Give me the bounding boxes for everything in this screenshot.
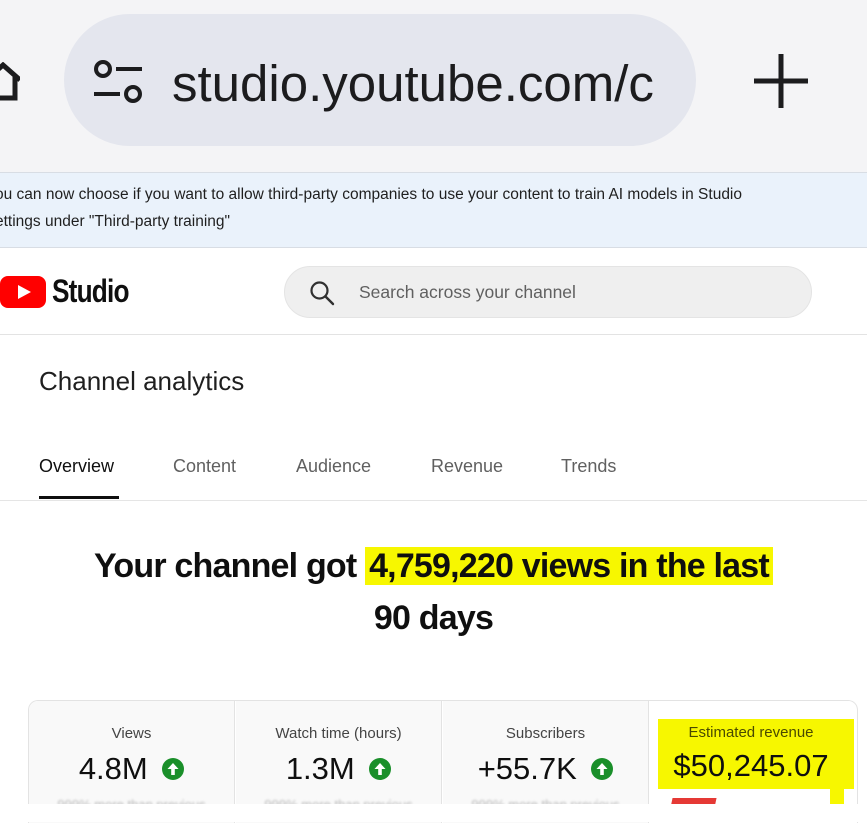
headline-highlight: 4,759,220 views in the last: [365, 547, 773, 585]
tab-overview[interactable]: Overview: [39, 456, 114, 477]
browser-toolbar: studio.youtube.com/c: [0, 0, 867, 172]
search-placeholder: Search across your channel: [359, 282, 576, 302]
metric-label: Subscribers: [505, 725, 586, 742]
search-icon: [310, 281, 335, 306]
tab-content[interactable]: Content: [173, 456, 236, 477]
trend-up-icon: [591, 758, 614, 780]
headline-suffix: 90 days: [373, 599, 494, 637]
notice-text-line-1: ou can now choose if you want to allow t…: [0, 186, 742, 203]
new-tab-icon[interactable]: [752, 52, 810, 110]
tab-trends[interactable]: Trends: [561, 456, 616, 477]
metric-label: Watch time (hours): [275, 725, 402, 742]
ai-training-notice-banner: ou can now choose if you want to allow t…: [0, 172, 867, 248]
headline: Your channel got 4,759,220 views in the …: [0, 540, 867, 644]
page-title: Channel analytics: [39, 366, 245, 396]
metric-value: 1.3M: [285, 751, 355, 786]
active-tab-indicator: [39, 496, 119, 499]
tab-revenue[interactable]: Revenue: [431, 456, 503, 477]
screenshot-crop-edge: [0, 804, 867, 822]
metric-label: Views: [111, 725, 152, 742]
metric-label-estimated-revenue: Estimated revenue: [688, 724, 814, 741]
metric-value: +55.7K: [477, 751, 577, 786]
search-input[interactable]: Search across your channel: [284, 266, 812, 318]
trend-up-icon: [162, 758, 185, 780]
notice-text-line-2[interactable]: ettings under "Third-party training": [0, 213, 230, 231]
youtube-play-icon: [0, 276, 46, 308]
site-settings-icon[interactable]: [92, 58, 144, 106]
home-icon[interactable]: [0, 62, 20, 102]
studio-logo-text: Studio: [52, 273, 130, 309]
metric-value-estimated-revenue: $50,245.07: [673, 748, 829, 783]
studio-header: Studio Search across your channel: [0, 250, 867, 335]
headline-prefix: Your channel got: [94, 547, 366, 585]
tab-audience[interactable]: Audience: [296, 456, 371, 477]
analytics-tabs: Overview Content Audience Revenue Trends: [0, 440, 867, 501]
trend-up-icon: [369, 758, 392, 780]
metric-value: 4.8M: [78, 751, 148, 786]
url-text[interactable]: studio.youtube.com/c: [172, 44, 666, 124]
